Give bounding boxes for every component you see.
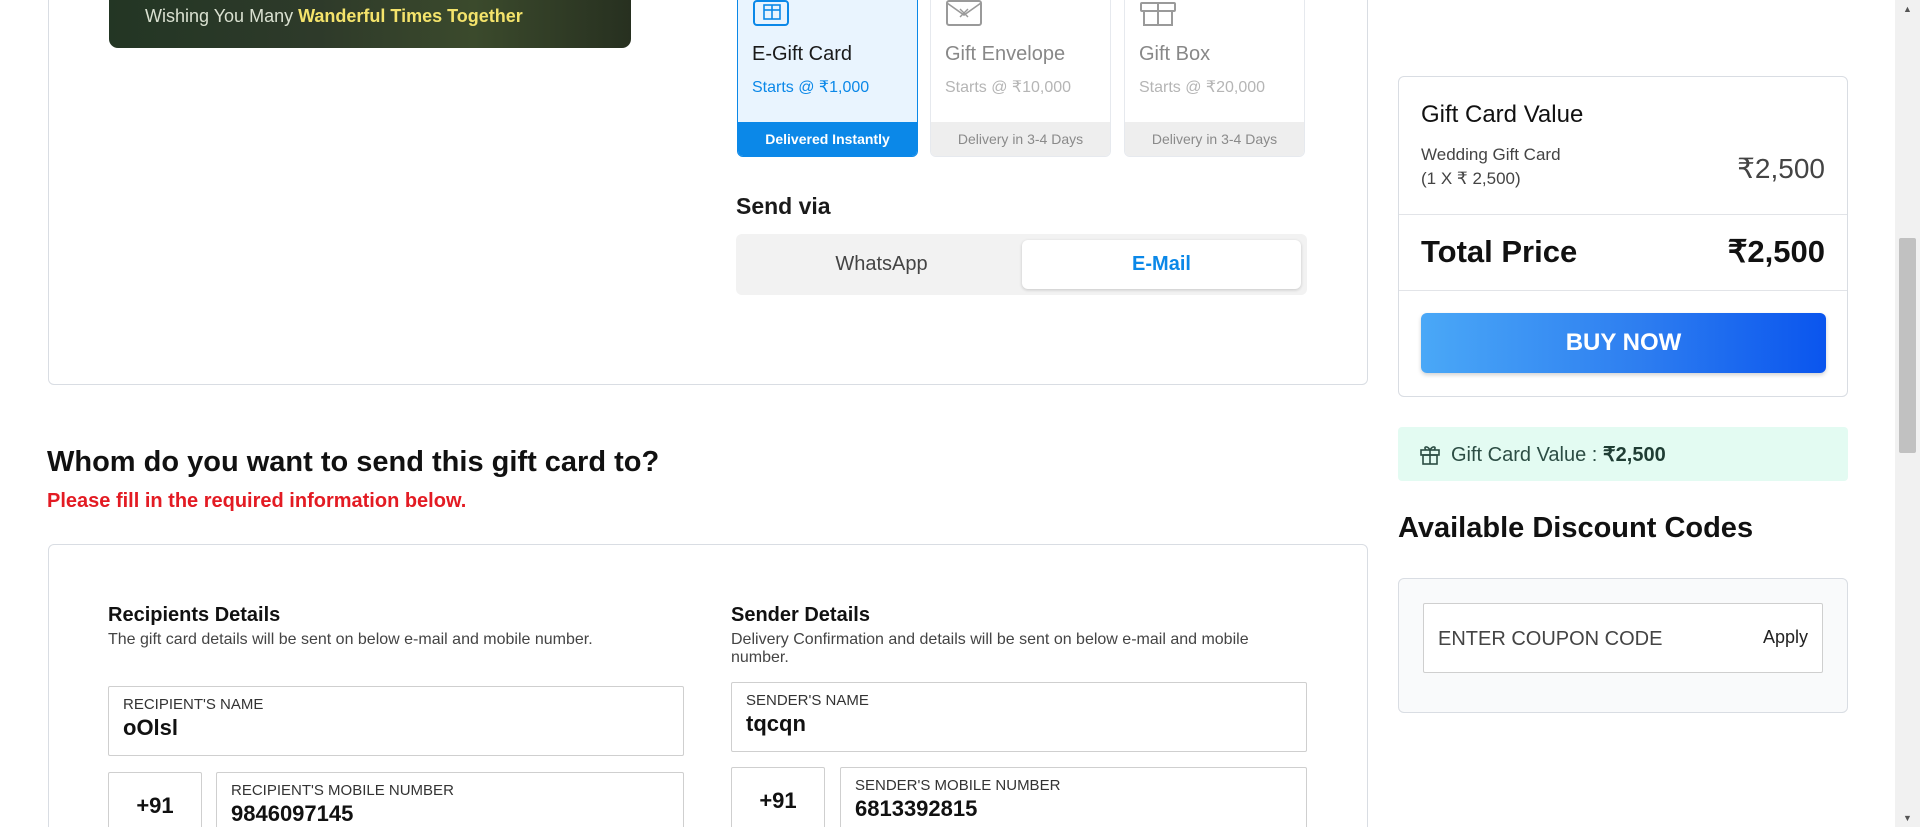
recipient-name-input[interactable]: oOlsl — [123, 715, 178, 741]
sender-name-field[interactable]: SENDER'S NAME tqcqn — [731, 682, 1307, 752]
option-gift-envelope[interactable]: Gift Envelope Starts @ ₹10,000 Delivery … — [930, 0, 1111, 157]
recipient-heading: Whom do you want to send this gift card … — [47, 446, 660, 478]
recipient-country-code[interactable]: +91 — [108, 772, 202, 827]
gift-icon — [1420, 446, 1440, 465]
divider — [1399, 214, 1847, 215]
apply-coupon-button[interactable]: Apply — [1763, 627, 1808, 648]
option-title: Gift Envelope — [945, 43, 1066, 65]
summary-item-amount: ₹2,500 — [1737, 153, 1825, 184]
option-egift-card[interactable]: E-Gift Card Starts @ ₹1,000 Delivered In… — [737, 0, 918, 157]
option-delivery: Delivery in 3-4 Days — [931, 122, 1110, 156]
summary-item-qty: (1 X ₹ 2,500) — [1421, 169, 1521, 188]
gift-card-banner: Wishing You Many Wanderful Times Togethe… — [109, 0, 631, 48]
banner-text: Wishing You Many Wanderful Times Togethe… — [145, 6, 523, 26]
coupon-card: ENTER COUPON CODE Apply — [1398, 578, 1848, 713]
field-label: RECIPIENT'S MOBILE NUMBER — [231, 782, 454, 799]
recipient-mobile-input[interactable]: 9846097145 — [231, 801, 353, 827]
option-price: Starts @ ₹20,000 — [1139, 79, 1266, 96]
divider — [1399, 290, 1847, 291]
recipients-details-title: Recipients Details — [108, 604, 281, 626]
sender-details-title: Sender Details — [731, 604, 870, 626]
sender-details-subtitle-line1: Delivery Confirmation and details will b… — [731, 631, 1249, 648]
gift-card-value-text: Gift Card Value : ₹2,500 — [1451, 444, 1666, 466]
sender-mobile-field[interactable]: SENDER'S MOBILE NUMBER 6813392815 — [840, 767, 1307, 827]
option-price: Starts @ ₹1,000 — [752, 79, 870, 96]
recipient-name-field[interactable]: RECIPIENT'S NAME oOlsl — [108, 686, 684, 756]
egift-card-icon — [753, 0, 789, 26]
field-label: RECIPIENT'S NAME — [123, 696, 264, 713]
send-via-email-button[interactable]: E-Mail — [1022, 240, 1301, 289]
gift-box-icon — [1140, 2, 1176, 26]
send-via-label: Send via — [736, 193, 831, 219]
send-via-toggle: WhatsApp E-Mail — [736, 234, 1307, 295]
order-summary-card: Gift Card Value Wedding Gift Card (1 X ₹… — [1398, 76, 1848, 397]
field-label: SENDER'S MOBILE NUMBER — [855, 777, 1061, 794]
option-title: E-Gift Card — [752, 43, 853, 65]
total-price-label: Total Price — [1421, 234, 1578, 269]
scrollbar-thumb[interactable] — [1899, 238, 1916, 453]
gift-card-value-banner: Gift Card Value : ₹2,500 — [1398, 427, 1848, 481]
scroll-down-arrow-icon[interactable]: ▼ — [1895, 809, 1920, 827]
option-price: Starts @ ₹10,000 — [945, 79, 1072, 96]
summary-item-name: Wedding Gift Card — [1421, 145, 1561, 164]
option-title: Gift Box — [1139, 43, 1211, 65]
total-price-amount: ₹2,500 — [1727, 234, 1825, 269]
vertical-scrollbar[interactable]: ▲ ▼ — [1895, 0, 1920, 827]
sender-country-code[interactable]: +91 — [731, 767, 825, 827]
field-label: SENDER'S NAME — [746, 692, 869, 709]
required-info-message: Please fill in the required information … — [47, 490, 467, 512]
buy-now-button[interactable]: BUY NOW — [1421, 313, 1826, 373]
discount-codes-title: Available Discount Codes — [1398, 512, 1754, 544]
option-delivery: Delivered Instantly — [738, 122, 917, 156]
recipients-details-subtitle: The gift card details will be sent on be… — [108, 631, 593, 648]
option-delivery: Delivery in 3-4 Days — [1125, 122, 1304, 156]
gift-envelope-icon — [946, 0, 982, 26]
sender-name-input[interactable]: tqcqn — [746, 711, 806, 737]
sender-details-subtitle-line2: number. — [731, 649, 789, 666]
coupon-code-input[interactable]: ENTER COUPON CODE Apply — [1423, 603, 1823, 673]
option-gift-box[interactable]: Gift Box Starts @ ₹20,000 Delivery in 3-… — [1124, 0, 1305, 157]
sender-mobile-input[interactable]: 6813392815 — [855, 796, 977, 822]
coupon-placeholder: ENTER COUPON CODE — [1438, 628, 1663, 650]
summary-title: Gift Card Value — [1421, 101, 1584, 128]
scroll-up-arrow-icon[interactable]: ▲ — [1895, 0, 1920, 18]
recipient-mobile-field[interactable]: RECIPIENT'S MOBILE NUMBER 9846097145 — [216, 772, 684, 827]
send-via-whatsapp-button[interactable]: WhatsApp — [742, 240, 1021, 289]
